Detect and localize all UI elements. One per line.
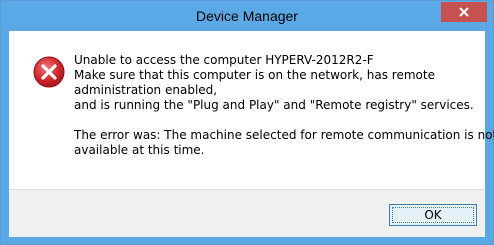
ok-button[interactable]: OK [389, 204, 477, 226]
button-bar: OK [9, 189, 485, 237]
message-line: Make sure that this computer is on the n… [74, 68, 435, 82]
dialog-body: Unable to access the computer HYPERV-201… [9, 31, 494, 237]
close-button[interactable] [441, 2, 487, 22]
error-detail-line: The error was: The machine selected for … [74, 128, 494, 142]
window-title: Device Manager [196, 8, 298, 24]
dialog-window: Device Manager Unable to access the comp… [0, 0, 494, 245]
message-line: Unable to access the computer HYPERV-201… [74, 53, 374, 67]
message-line: administration enabled, [74, 83, 218, 97]
error-detail-line: available at this time. [74, 143, 205, 157]
message-area: Unable to access the computer HYPERV-201… [9, 31, 494, 189]
error-message: Unable to access the computer HYPERV-201… [74, 53, 494, 158]
title-bar[interactable]: Device Manager [1, 1, 493, 31]
message-line: and is running the "Plug and Play" and "… [74, 98, 474, 112]
error-icon [33, 56, 65, 88]
close-icon [458, 6, 470, 18]
